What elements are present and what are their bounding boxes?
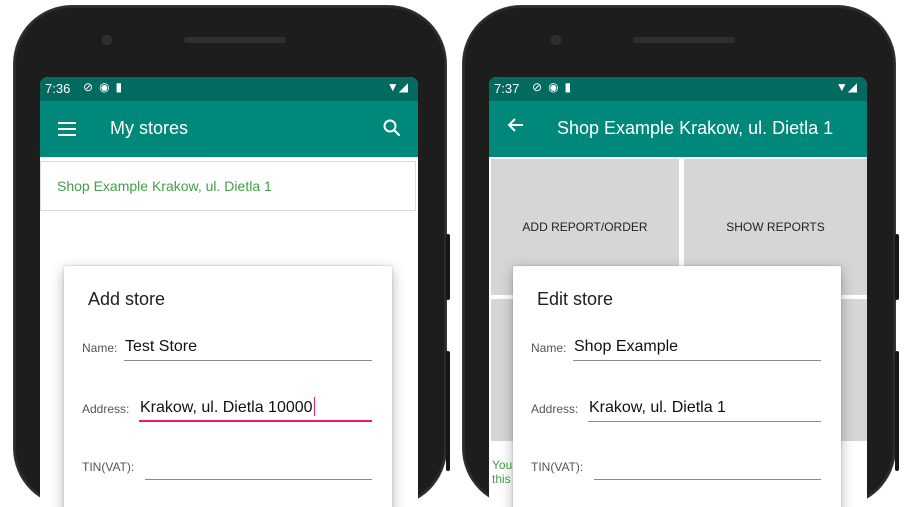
search-icon[interactable] (382, 118, 402, 143)
back-arrow-icon[interactable] (507, 116, 525, 140)
address-input-text: Krakow, ul. Dietla 10000 (140, 399, 313, 416)
tin-field[interactable]: TIN(VAT): (531, 450, 821, 480)
signal-icons: ▼◢ (836, 80, 857, 94)
info-note: You this (492, 458, 513, 486)
dialog-title: Edit store (537, 289, 614, 309)
location-icon: ⊘ (83, 80, 100, 94)
tile-label: ADD REPORT/ORDER (522, 220, 648, 234)
screen-right: 7:37 ⊘◉▮ ▼◢ Shop Example Krakow, ul. Die… (489, 77, 867, 507)
front-camera (551, 35, 561, 45)
address-field[interactable]: Address: Krakow, ul. Dietla 1 (531, 392, 821, 422)
power-button (446, 351, 450, 471)
screen-left: 7:36 ⊘◉▮ ▼◢ My stores Shop Example Krako… (40, 77, 418, 507)
address-input[interactable]: Krakow, ul. Dietla 10000 (140, 397, 316, 417)
store-list-item[interactable]: Shop Example Krakow, ul. Dietla 1 (40, 161, 416, 211)
location-icon: ⊘ (532, 80, 549, 94)
tin-field[interactable]: TIN(VAT): (82, 450, 372, 480)
wifi-icon: ▼ (835, 80, 848, 94)
tin-label: TIN(VAT): (82, 460, 135, 474)
status-time: 7:36 (45, 81, 71, 96)
address-label: Address: (531, 402, 579, 416)
edit-store-dialog: Edit store Name: Shop Example Address: K… (513, 266, 841, 507)
name-field[interactable]: Name: Test Store (82, 331, 372, 361)
status-notification-icons: ⊘◉▮ (83, 80, 128, 94)
front-camera (102, 35, 112, 45)
tile-label: SHOW REPORTS (726, 220, 825, 234)
address-underline (588, 421, 821, 422)
app-bar: My stores (40, 101, 418, 157)
name-label: Name: (531, 341, 567, 355)
name-field[interactable]: Name: Shop Example (531, 331, 821, 361)
name-input[interactable]: Shop Example (574, 338, 678, 356)
name-underline (573, 360, 821, 361)
address-underline-focused (139, 420, 372, 422)
text-cursor (313, 397, 316, 416)
name-input[interactable]: Test Store (125, 338, 197, 356)
volume-button (895, 234, 899, 300)
name-label: Name: (82, 341, 118, 355)
wifi-icon: ▼ (386, 80, 399, 94)
tin-underline (594, 479, 821, 480)
status-bar: 7:36 ⊘◉▮ ▼◢ (40, 77, 418, 101)
signal-icons: ▼◢ (387, 80, 408, 94)
page-title: Shop Example Krakow, ul. Dietla 1 (557, 118, 834, 138)
power-button (895, 351, 899, 471)
page-title: My stores (110, 118, 189, 138)
dialog-title: Add store (88, 289, 166, 309)
status-notification-icons: ⊘◉▮ (532, 80, 577, 94)
add-store-dialog: Add store Name: Test Store Address: Krak… (64, 266, 392, 507)
sd-card-icon: ▮ (564, 80, 578, 94)
app-bar: Shop Example Krakow, ul. Dietla 1 (489, 101, 867, 157)
sync-icon: ◉ (99, 80, 116, 94)
cell-signal-icon: ◢ (847, 80, 857, 94)
address-field[interactable]: Address: Krakow, ul. Dietla 10000 (82, 392, 372, 422)
phone-frame-right: 7:37 ⊘◉▮ ▼◢ Shop Example Krakow, ul. Die… (463, 6, 899, 507)
volume-button (446, 234, 450, 300)
earpiece-speaker (184, 37, 286, 43)
earpiece-speaker (633, 37, 735, 43)
menu-icon[interactable] (58, 122, 76, 136)
status-bar: 7:37 ⊘◉▮ ▼◢ (489, 77, 867, 101)
address-label: Address: (82, 402, 130, 416)
phone-frame-left: 7:36 ⊘◉▮ ▼◢ My stores Shop Example Krako… (14, 6, 450, 507)
sd-card-icon: ▮ (115, 80, 129, 94)
cell-signal-icon: ◢ (398, 80, 408, 94)
address-input[interactable]: Krakow, ul. Dietla 1 (589, 399, 726, 417)
tin-label: TIN(VAT): (531, 460, 584, 474)
status-time: 7:37 (494, 81, 520, 96)
sync-icon: ◉ (548, 80, 565, 94)
name-underline (124, 360, 372, 361)
tin-underline (145, 479, 372, 480)
